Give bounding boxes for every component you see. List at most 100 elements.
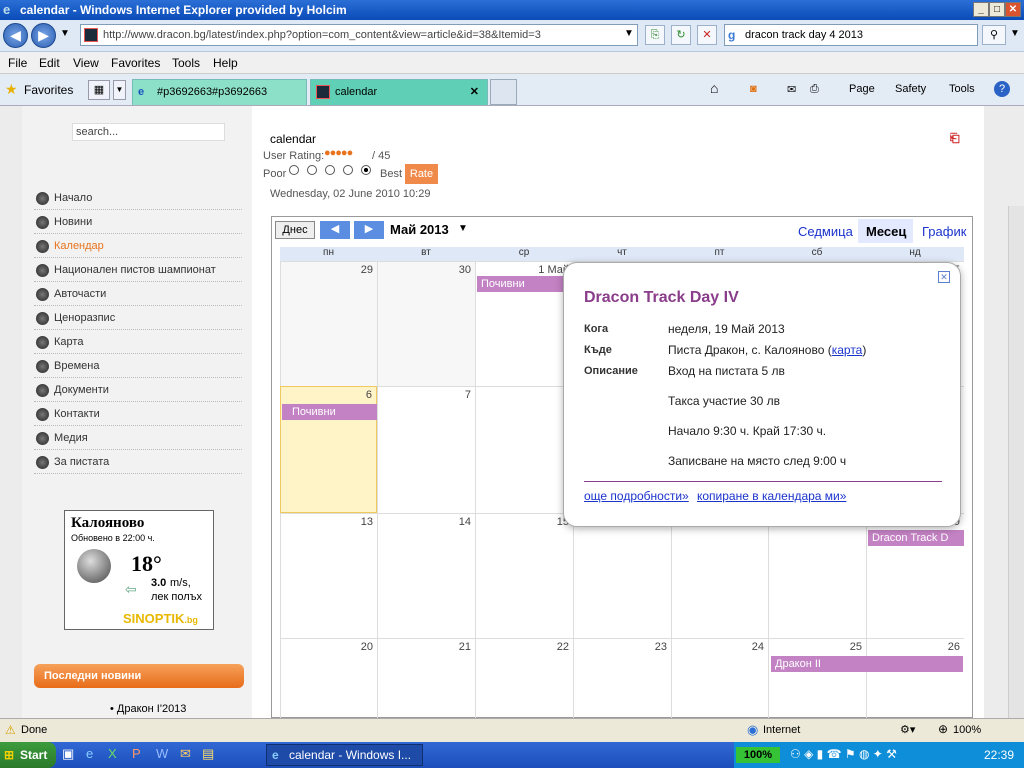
tab-calendar[interactable]: calendar ✕ [310, 79, 488, 105]
refresh-icon[interactable]: ↻ [671, 25, 691, 45]
menu-tools[interactable]: Tools [172, 56, 200, 70]
search-icon[interactable]: ⚲ [982, 25, 1006, 45]
tab-list-icon[interactable]: ▼ [113, 80, 126, 100]
taskbar-item-calendar[interactable]: e calendar - Windows I... [266, 744, 423, 766]
maximize-button[interactable]: □ [989, 2, 1005, 17]
view-month-tab[interactable]: Месец [866, 224, 906, 239]
sidebar-item-championship[interactable]: Национален пистов шампионат [34, 260, 242, 282]
calendar-day-cell[interactable]: 13 [280, 513, 377, 638]
menu-file[interactable]: File [8, 56, 27, 70]
calendar-event[interactable]: Почивни [282, 404, 377, 420]
quicklaunch-outlook-icon[interactable]: ✉ [180, 746, 191, 762]
sidebar-item-times[interactable]: Времена [34, 356, 242, 378]
rating-radio-2[interactable] [307, 165, 317, 175]
view-week-tab[interactable]: Седмица [798, 224, 853, 239]
sidebar-item-news[interactable]: Новини [34, 212, 242, 234]
news-item[interactable]: • Дракон I'2013 [110, 703, 186, 715]
address-input[interactable]: http://www.dracon.bg/latest/index.php?op… [80, 24, 638, 46]
rating-radio-group[interactable] [285, 164, 375, 178]
forward-button[interactable]: ▶ [31, 23, 56, 48]
page-scrollbar[interactable] [1008, 206, 1024, 718]
menu-help[interactable]: Help [213, 56, 238, 70]
calendar-event[interactable]: Дракон II [771, 656, 963, 672]
protected-mode-icon[interactable]: ⚙▾ [900, 723, 915, 736]
calendar-day-cell[interactable]: 21 [377, 638, 475, 718]
safety-menu[interactable]: Safety [895, 83, 926, 95]
calendar-day-cell[interactable] [768, 513, 866, 638]
calendar-day-cell[interactable]: 23 [573, 638, 671, 718]
page-menu[interactable]: Page [849, 83, 875, 95]
minimize-button[interactable]: _ [973, 2, 989, 17]
back-button[interactable]: ◀ [3, 23, 28, 48]
quicklaunch-desktop-icon[interactable]: ▣ [62, 746, 74, 762]
sidebar-item-prices[interactable]: Ценоразпис [34, 308, 242, 330]
quicklaunch-excel-icon[interactable]: X [108, 746, 117, 761]
calendar-day-cell[interactable]: 22 [475, 638, 573, 718]
close-button[interactable]: ✕ [1005, 2, 1021, 17]
sidebar-item-calendar[interactable]: Календар [34, 236, 242, 258]
address-dropdown-icon[interactable]: ▼ [624, 28, 634, 39]
calendar-day-cell[interactable] [671, 513, 768, 638]
calendar-day-cell[interactable]: 20 [280, 638, 377, 718]
calendar-event[interactable]: Dracon Track D [868, 530, 964, 546]
quicklaunch-folder-icon[interactable]: ▤ [202, 746, 214, 762]
next-month-button[interactable]: ▶ [354, 221, 384, 239]
calendar-day-cell[interactable]: 26 [866, 638, 964, 718]
quicklaunch-powerpoint-icon[interactable]: P [132, 746, 141, 761]
sidebar-item-map[interactable]: Карта [34, 332, 242, 354]
calendar-day-cell[interactable]: 7 [377, 386, 475, 513]
menu-favorites[interactable]: Favorites [111, 56, 160, 70]
calendar-day-cell[interactable]: 25 [768, 638, 866, 718]
history-dropdown-icon[interactable]: ▼ [60, 28, 70, 39]
start-button[interactable]: ⊞ Start [0, 742, 56, 768]
popup-close-icon[interactable]: ✕ [938, 271, 950, 283]
zoom-level[interactable]: 100% [953, 724, 981, 736]
quicklaunch-word-icon[interactable]: W [156, 746, 168, 761]
favorites-star-icon[interactable]: ★ [5, 81, 18, 98]
sidebar-item-parts[interactable]: Авточасти [34, 284, 242, 306]
sidebar-item-media[interactable]: Медия [34, 428, 242, 450]
rating-radio-4[interactable] [343, 165, 353, 175]
sidebar-item-home[interactable]: Начало [34, 188, 242, 210]
tray-icons[interactable]: ⚇ ◈ ▮ ☎ ⚑ ◍ ✦ ⚒ [790, 747, 897, 761]
feeds-icon[interactable]: ◙ [750, 83, 757, 95]
help-icon[interactable]: ? [994, 81, 1010, 97]
menu-view[interactable]: View [73, 56, 99, 70]
rating-radio-5[interactable] [361, 165, 371, 175]
quick-tabs-icon[interactable]: ▦ [88, 80, 110, 100]
read-mail-icon[interactable]: ✉ [787, 83, 796, 96]
pdf-icon[interactable]: ⎗ [950, 131, 960, 146]
home-icon[interactable]: ⌂ [710, 80, 718, 96]
today-button[interactable]: Днес [275, 221, 315, 239]
sidebar-item-about[interactable]: За пистата [34, 452, 242, 474]
search-options-icon[interactable]: ▼ [1010, 28, 1020, 39]
rating-radio-1[interactable] [289, 165, 299, 175]
copy-to-calendar-link[interactable]: копиране в календара ми» [697, 489, 846, 503]
battery-indicator[interactable]: 100% [736, 747, 780, 763]
calendar-day-cell[interactable]: 29 [280, 261, 377, 386]
print-icon[interactable]: ⎙ [810, 83, 819, 96]
stop-icon[interactable]: ✕ [697, 25, 717, 45]
zoom-icon[interactable]: ⊕ [938, 722, 948, 736]
close-tab-icon[interactable]: ✕ [470, 80, 479, 104]
search-input[interactable]: g dracon track day 4 2013 [724, 24, 978, 46]
clock[interactable]: 22:39 [984, 748, 1014, 762]
sidebar-item-contacts[interactable]: Контакти [34, 404, 242, 426]
weather-widget[interactable]: Калояново Обновено в 22:00 ч. 18° ⇦ 3.0 … [64, 510, 214, 630]
sidebar-item-documents[interactable]: Документи [34, 380, 242, 402]
rating-radio-3[interactable] [325, 165, 335, 175]
compatibility-icon[interactable]: ⎘ [645, 25, 665, 45]
favorites-button[interactable]: Favorites [24, 83, 73, 97]
map-link[interactable]: карта [832, 343, 863, 357]
calendar-day-cell[interactable]: 14 [377, 513, 475, 638]
view-agenda-tab[interactable]: График [922, 224, 966, 239]
calendar-day-cell[interactable]: 30 [377, 261, 475, 386]
calendar-day-cell[interactable]: 15 [475, 513, 573, 638]
more-details-link[interactable]: още подробности» [584, 489, 689, 503]
prev-month-button[interactable]: ◀ [320, 221, 350, 239]
calendar-day-cell[interactable] [573, 513, 671, 638]
calendar-day-cell[interactable]: 24 [671, 638, 768, 718]
calendar-day-cell[interactable] [475, 386, 573, 513]
quicklaunch-ie-icon[interactable]: e [86, 746, 93, 761]
month-dropdown-icon[interactable]: ▼ [458, 223, 468, 234]
